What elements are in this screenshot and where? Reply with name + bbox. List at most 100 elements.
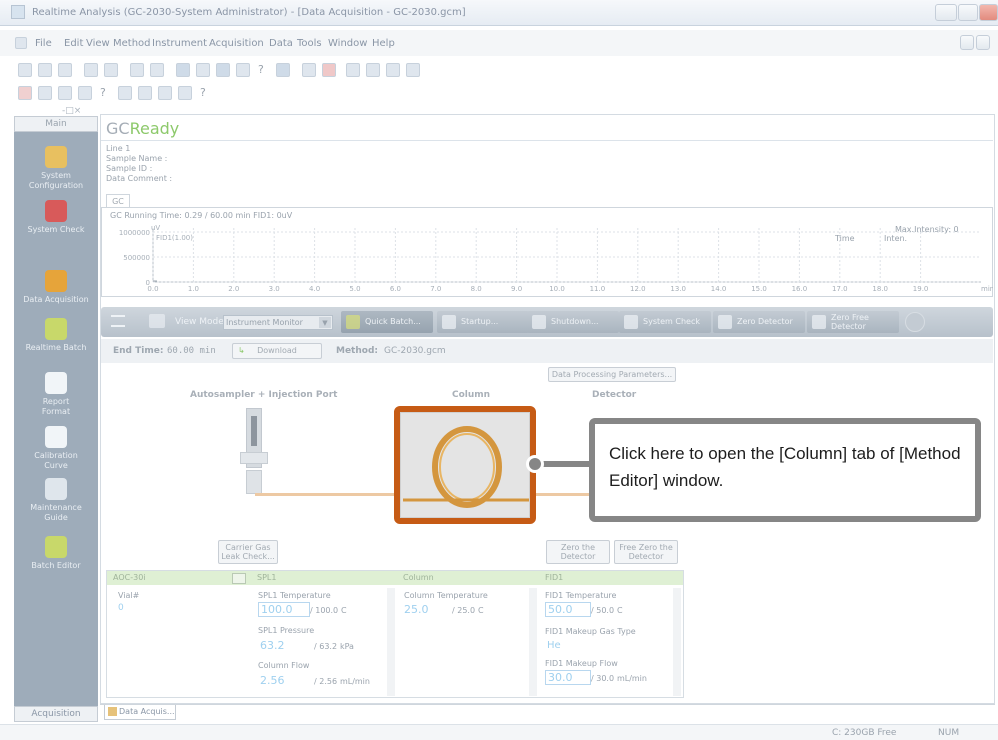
- menu-view[interactable]: View: [86, 38, 110, 49]
- nav-realtime-batch[interactable]: Realtime Batch: [14, 318, 98, 353]
- fid-temp-value[interactable]: 50.0: [545, 602, 591, 617]
- tab-gc[interactable]: GC: [106, 194, 130, 208]
- stop-icon[interactable]: [322, 63, 336, 77]
- main-toolbar: ?: [18, 61, 438, 81]
- startup-button[interactable]: Startup...: [437, 311, 529, 333]
- power-icon[interactable]: [905, 312, 925, 332]
- menu-edit[interactable]: Edit: [64, 38, 83, 49]
- copy-icon[interactable]: [130, 63, 144, 77]
- tb2-icon-2[interactable]: [38, 86, 52, 100]
- chart-icon[interactable]: [216, 63, 230, 77]
- nav-system-check[interactable]: System Check: [14, 200, 98, 235]
- panel-pin-icon[interactable]: -□×: [62, 106, 81, 116]
- close-button[interactable]: [979, 4, 998, 21]
- zero-free-detector-button[interactable]: Zero Free Detector: [807, 311, 899, 333]
- menu-instrument[interactable]: Instrument: [152, 38, 207, 49]
- tb2-icon-7[interactable]: [158, 86, 172, 100]
- assistant-bar-footer[interactable]: Acquisition: [14, 706, 98, 722]
- zero-the-detector-button[interactable]: Zero the Detector: [546, 540, 610, 564]
- free-zero-the-detector-button[interactable]: Free Zero the Detector: [614, 540, 678, 564]
- quick-batch-button[interactable]: Quick Batch...: [341, 311, 433, 333]
- menu-help[interactable]: Help: [372, 38, 395, 49]
- injection-port-illustration: [228, 408, 278, 498]
- spl-temp-value[interactable]: 100.0: [258, 602, 310, 617]
- tb2-icon-6[interactable]: [138, 86, 152, 100]
- menu-acquisition[interactable]: Acquisition: [209, 38, 264, 49]
- help-icon[interactable]: ?: [258, 63, 264, 76]
- maximize-button[interactable]: [958, 4, 978, 21]
- tb2-help-icon[interactable]: ?: [100, 86, 106, 99]
- status-bar: C: 230GB Free NUM: [0, 724, 998, 740]
- app-icon: [11, 5, 25, 19]
- child-restore-button[interactable]: [976, 35, 990, 50]
- search-icon[interactable]: [386, 63, 400, 77]
- zoom-icons[interactable]: [982, 255, 992, 285]
- column-scrollbar[interactable]: [529, 588, 537, 696]
- shutdown-button[interactable]: Shutdown...: [527, 311, 619, 333]
- nav-system-configuration[interactable]: System Configuration: [14, 146, 98, 191]
- table-icon[interactable]: [236, 63, 250, 77]
- document-icon: [15, 37, 27, 49]
- y-unit-label: uV: [151, 224, 160, 232]
- data-processing-parameters-button[interactable]: Data Processing Parameters...: [548, 367, 676, 382]
- layout2-icon[interactable]: [196, 63, 210, 77]
- open-icon[interactable]: [38, 63, 52, 77]
- child-minimize-button[interactable]: [960, 35, 974, 50]
- fid-scrollbar[interactable]: [673, 588, 681, 696]
- download-button[interactable]: ↳ Download: [232, 343, 322, 359]
- fid-flow-value[interactable]: 30.0: [545, 670, 591, 685]
- spl-scrollbar[interactable]: [387, 588, 395, 696]
- doc-tab-data-acquisition[interactable]: Data Acquis...: [104, 705, 176, 720]
- download-icon: ↳: [238, 346, 245, 355]
- callout-dot: [526, 455, 544, 473]
- minimize-button[interactable]: [935, 4, 957, 21]
- zero-detector-button[interactable]: Zero Detector: [713, 311, 805, 333]
- grid-icon[interactable]: [232, 573, 246, 584]
- nav-label: System Configuration: [28, 171, 84, 190]
- x-tick-label: 18.0: [872, 285, 888, 293]
- print-icon[interactable]: [84, 63, 98, 77]
- column-temp-label: Column Temperature: [404, 591, 488, 600]
- menu-window[interactable]: Window: [328, 38, 367, 49]
- menu-data[interactable]: Data: [269, 38, 293, 49]
- data-comment-label: Data Comment :: [106, 174, 173, 183]
- menu-icon[interactable]: [111, 315, 125, 327]
- nav-calibration-curve[interactable]: Calibration Curve: [14, 426, 98, 471]
- monitor-icon[interactable]: [276, 63, 290, 77]
- gear-icon[interactable]: [366, 63, 380, 77]
- control-toolbar: View Mode Instrument Monitor ▼ Quick Bat…: [101, 307, 993, 337]
- tb2-icon-3[interactable]: [58, 86, 72, 100]
- title-bar: Realtime Analysis (GC-2030-System Admini…: [0, 0, 998, 26]
- edit-icon[interactable]: [406, 63, 420, 77]
- quick-batch-icon: [346, 315, 360, 329]
- callout-text: Click here to open the [Column] tab of […: [609, 444, 961, 490]
- tb2-icon-4[interactable]: [78, 86, 92, 100]
- new-icon[interactable]: [18, 63, 32, 77]
- nav-data-acquisition[interactable]: Data Acquisition: [14, 270, 98, 305]
- callout-connector: [536, 461, 592, 467]
- view-mode-select[interactable]: Instrument Monitor ▼: [223, 315, 333, 330]
- menu-bar: File Edit View Method Instrument Acquisi…: [0, 30, 998, 56]
- carrier-gas-leak-check-button[interactable]: Carrier Gas Leak Check...: [218, 540, 278, 564]
- print-preview-icon[interactable]: [104, 63, 118, 77]
- system-check-button[interactable]: System Check: [619, 311, 711, 333]
- tb2-icon-5[interactable]: [118, 86, 132, 100]
- nav-report-format[interactable]: Report Format: [14, 372, 98, 417]
- start-icon[interactable]: [302, 63, 316, 77]
- assistant-bar-header[interactable]: Main: [14, 116, 98, 132]
- x-tick-label: 6.0: [390, 285, 401, 293]
- method-value: GC-2030.gcm: [384, 346, 446, 356]
- tb2-help2-icon[interactable]: ?: [200, 86, 206, 99]
- tb2-icon-8[interactable]: [178, 86, 192, 100]
- nav-batch-editor[interactable]: Batch Editor: [14, 536, 98, 571]
- save-icon[interactable]: [58, 63, 72, 77]
- binoculars-icon[interactable]: [150, 63, 164, 77]
- tb2-icon-1[interactable]: [18, 86, 32, 100]
- menu-method[interactable]: Method: [113, 38, 151, 49]
- layout-icon[interactable]: [176, 63, 190, 77]
- settings-icon[interactable]: [346, 63, 360, 77]
- menu-file[interactable]: File: [35, 38, 52, 49]
- nav-maintenance-guide[interactable]: Maintenance Guide: [14, 478, 98, 523]
- column-temp-row: 25.0/ 25.0 C: [404, 603, 484, 616]
- menu-tools[interactable]: Tools: [297, 38, 322, 49]
